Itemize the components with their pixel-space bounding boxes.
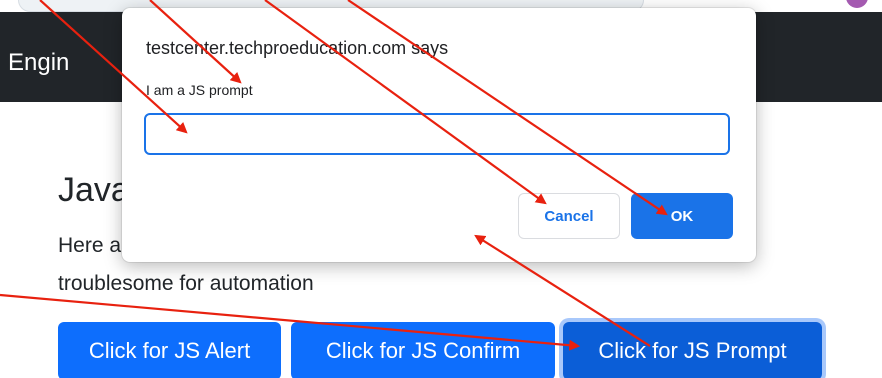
screenshot-stage: n Engin Java Here a an be troublesome fo… (0, 0, 882, 378)
js-alert-button[interactable]: Click for JS Alert (58, 322, 281, 378)
js-prompt-dialog: testcenter.techproeducation.com says I a… (122, 8, 756, 262)
cancel-button[interactable]: Cancel (518, 193, 620, 239)
dialog-message: I am a JS prompt (146, 82, 253, 98)
dialog-origin-text: testcenter.techproeducation.com says (146, 38, 449, 58)
js-confirm-button[interactable]: Click for JS Confirm (291, 322, 555, 378)
page-title: Java (58, 171, 130, 209)
js-prompt-button[interactable]: Click for JS Prompt (563, 322, 822, 378)
profile-avatar[interactable] (846, 0, 868, 8)
ok-button[interactable]: OK (631, 193, 733, 239)
navbar-brand[interactable]: n Engin (0, 49, 69, 77)
prompt-input[interactable] (144, 113, 730, 155)
